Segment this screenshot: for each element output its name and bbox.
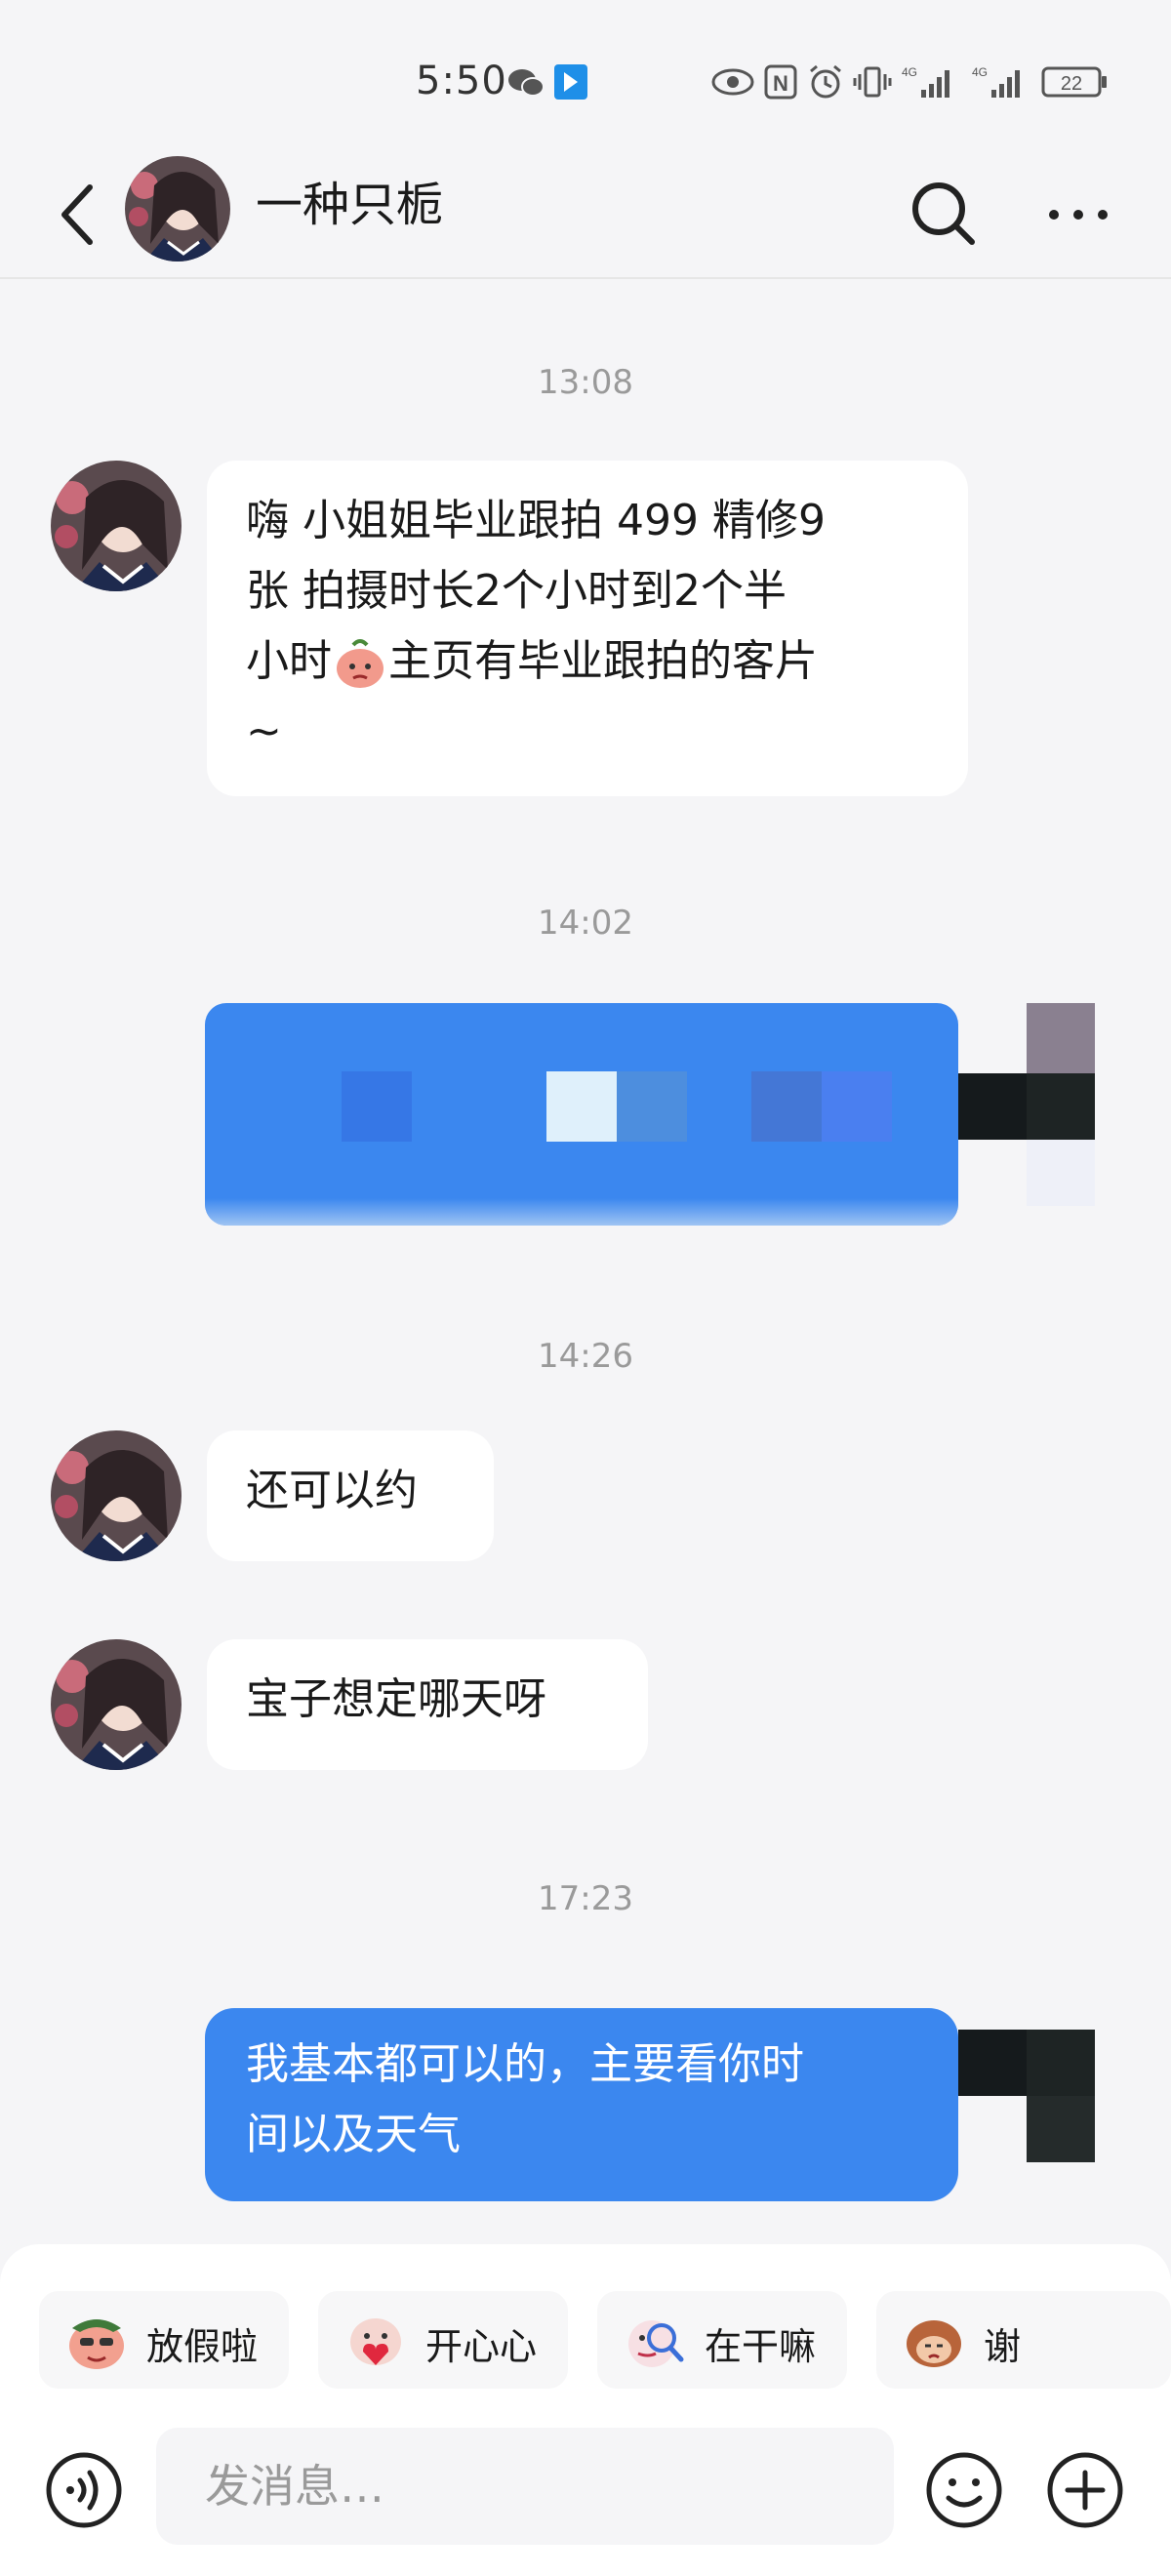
message-bubble-outgoing-pixelated[interactable] [205,1003,958,1226]
timestamp: 14:02 [538,904,633,943]
chat-screen: 5:50 N 4G 4G 22 一种只栀 13:08 嗨 小姐姐毕业跟拍 499… [0,0,1171,2576]
vacation-sticker-icon [69,2319,124,2369]
pixel-block [617,1071,687,1142]
vibrate-icon [853,66,892,98]
message-line: ~ [246,706,282,756]
message-bubble-incoming[interactable]: 嗨 小姐姐毕业跟拍 499 精修9 张 拍摄时长2个小时到2个半 小时 主页有毕业… [207,461,968,796]
quick-reply-label: 放假啦 [146,2325,259,2368]
voice-icon[interactable] [43,2449,125,2531]
wechat-icon [508,69,545,97]
message-line: 嗨 小姐姐毕业跟拍 499 精修9 [246,496,826,545]
status-bar: 5:50 N 4G 4G 22 [0,0,1171,146]
pixel-block [205,1198,958,1226]
pixel-block [546,1071,617,1142]
quick-reply-chip[interactable]: 放假啦 [39,2291,289,2389]
eye-icon [711,68,754,96]
pixel-block [958,2030,1027,2096]
chat-header: 一种只栀 [0,146,1171,279]
pixel-block [822,1071,892,1142]
pixel-block [1027,1003,1095,1073]
message-input[interactable] [156,2428,894,2545]
happy-sticker-icon [350,2318,401,2365]
pixel-block [751,1071,822,1142]
message-text: 宝子想定哪天呀 [246,1674,546,1724]
search-icon[interactable] [904,174,982,252]
quick-reply-label: 谢 [984,2325,1022,2368]
pixel-block [958,1073,1027,1140]
contact-avatar[interactable] [51,1639,182,1770]
svg-text:4G: 4G [972,65,988,79]
thanks-sticker-icon [907,2320,961,2367]
plus-icon[interactable] [1044,2449,1126,2531]
message-line: 张 拍摄时长2个小时到2个半 [246,566,787,616]
message-line: 我基本都可以的，主要看你时 [246,2039,804,2089]
timestamp: 17:23 [538,1879,633,1918]
emoji-icon[interactable] [923,2449,1005,2531]
alarm-icon [810,64,841,99]
status-time: 5:50 [416,59,507,103]
nfc-icon: N [764,64,797,100]
timestamp: 13:08 [538,363,633,402]
pixel-block [1027,1073,1095,1140]
svg-text:N: N [773,71,788,96]
quick-reply-chip[interactable]: 开心心 [318,2291,568,2389]
sticker-icon [337,639,384,688]
quick-reply-chip[interactable]: 谢 [876,2291,1171,2389]
svg-text:4G: 4G [902,65,917,79]
quick-reply-chip[interactable]: 在干嘛 [597,2291,847,2389]
message-line: 间以及天气 [246,2110,461,2159]
app-notification-icon [554,64,587,100]
quick-reply-bar: 放假啦 开心心 在干嘛 谢 [0,2244,1171,2391]
message-bubble-outgoing[interactable]: 我基本都可以的，主要看你时 间以及天气 [205,2008,958,2201]
pixel-block [1027,2030,1095,2096]
pixel-block [342,1071,412,1142]
quick-reply-label: 在干嘛 [705,2325,817,2368]
contact-name[interactable]: 一种只栀 [256,166,443,234]
contact-avatar[interactable] [51,461,182,591]
battery-icon: 22 [1041,66,1107,98]
message-line: 小时 主页有毕业跟拍的客片 [246,626,929,697]
quick-reply-label: 开心心 [425,2325,538,2368]
more-icon[interactable] [1044,185,1112,244]
back-button[interactable] [49,176,107,254]
timestamp: 14:26 [538,1337,633,1376]
what-doing-sticker-icon [628,2320,684,2367]
pixel-block [1027,1140,1095,1206]
header-avatar[interactable] [125,156,230,262]
signal-2-icon: 4G [972,65,1020,98]
contact-avatar[interactable] [51,1430,182,1561]
signal-1-icon: 4G [902,65,949,98]
message-text: 还可以约 [246,1466,418,1515]
message-bubble-incoming[interactable]: 还可以约 [207,1430,494,1561]
message-text: 小时 [246,636,332,686]
svg-text:22: 22 [1061,73,1082,95]
input-bar [0,2391,1171,2576]
message-text: 主页有毕业跟拍的客片 [388,636,818,686]
message-bubble-incoming[interactable]: 宝子想定哪天呀 [207,1639,648,1770]
pixel-block [1027,2096,1095,2162]
